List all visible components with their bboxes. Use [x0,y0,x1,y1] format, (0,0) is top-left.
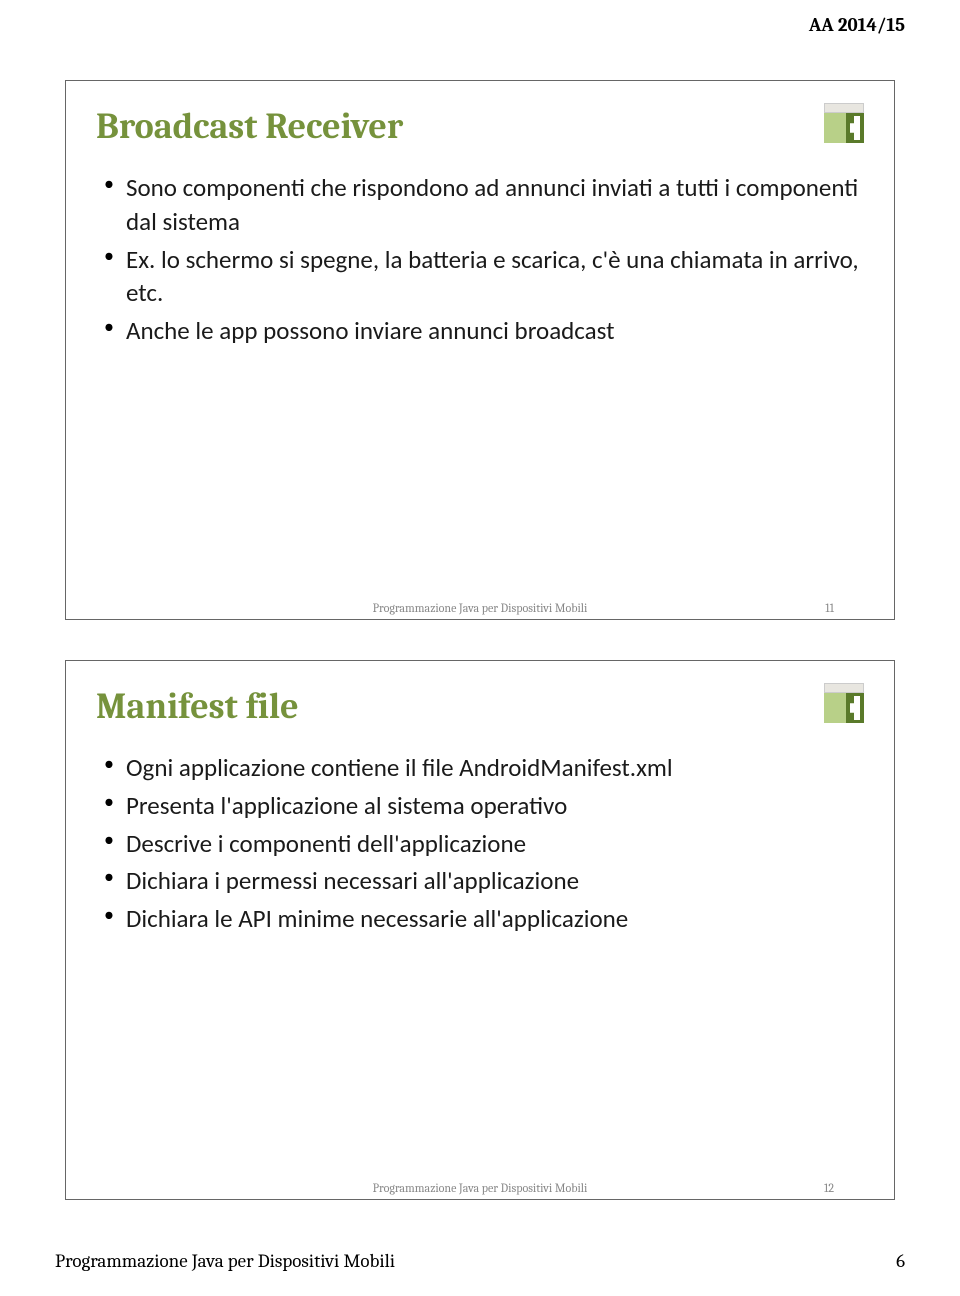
slide-footer-number: 11 [825,601,834,615]
slide-1: Broadcast Receiver Sono componenti che r… [65,80,895,620]
bullet-item: Presenta l'applicazione al sistema opera… [126,789,864,823]
slide-footer-number: 12 [824,1181,834,1195]
bullet-list: Sono componenti che rispondono ad annunc… [96,171,864,348]
bullet-item: Descrive i componenti dell'applicazione [126,827,864,861]
bullet-item: Dichiara i permessi necessari all'applic… [126,864,864,898]
university-logo [824,103,864,148]
page-header: AA 2014/15 [809,14,905,36]
bullet-item: Ogni applicazione contiene il file Andro… [126,751,864,785]
bullet-item: Anche le app possono inviare annunci bro… [126,314,864,348]
university-logo [824,683,864,728]
slide-2: Manifest file Ogni applicazione contiene… [65,660,895,1200]
slide-footer-label: Programmazione Java per Dispositivi Mobi… [373,601,588,615]
bullet-item: Sono componenti che rispondono ad annunc… [126,171,864,239]
bullet-item: Ex. lo schermo si spegne, la batteria e … [126,243,864,311]
slide-title: Broadcast Receiver [96,106,864,147]
page-footer-number: 6 [896,1250,905,1272]
page-footer: Programmazione Java per Dispositivi Mobi… [55,1250,905,1272]
bullet-list: Ogni applicazione contiene il file Andro… [96,751,864,936]
bullet-item: Dichiara le API minime necessarie all'ap… [126,902,864,936]
slide-title: Manifest file [96,686,864,727]
page-footer-label: Programmazione Java per Dispositivi Mobi… [55,1250,395,1272]
slide-footer-label: Programmazione Java per Dispositivi Mobi… [373,1181,588,1195]
